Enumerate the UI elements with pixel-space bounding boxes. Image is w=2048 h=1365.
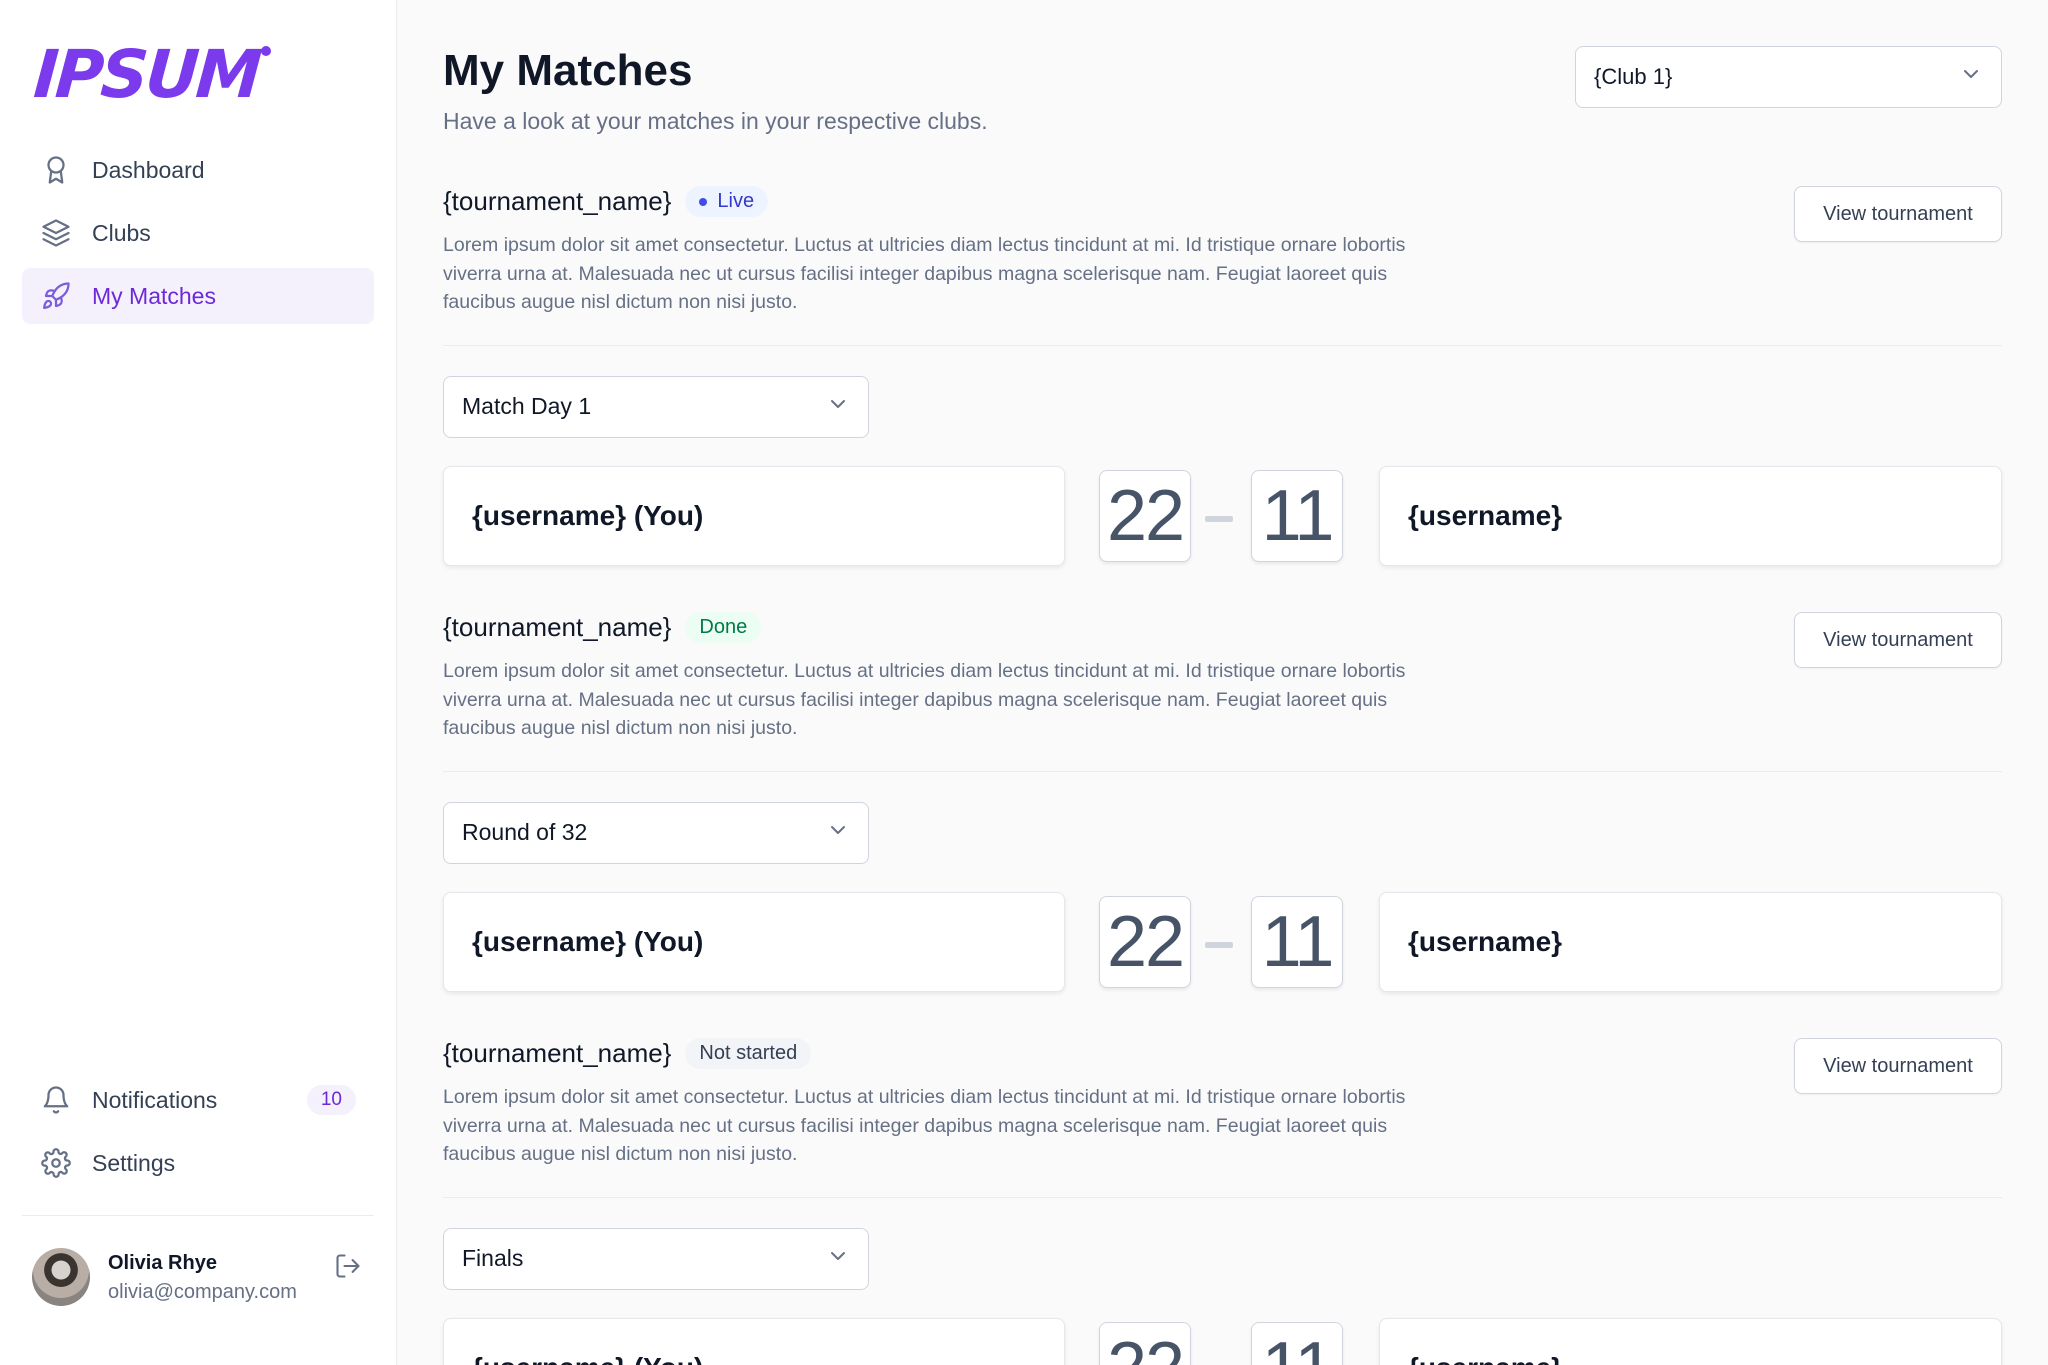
- sidebar-item-notifications[interactable]: Notifications 10: [22, 1072, 374, 1128]
- view-tournament-button[interactable]: View tournament: [1794, 1038, 2002, 1094]
- club-select[interactable]: {Club 1}: [1575, 46, 2002, 108]
- logo[interactable]: IPSUM: [31, 36, 374, 113]
- match-row: {username} (You) 22 11 {username}: [443, 891, 2002, 992]
- status-badge: Live: [685, 186, 769, 217]
- sidebar-item-label: Dashboard: [92, 156, 205, 183]
- notification-count-badge: 10: [306, 1085, 356, 1115]
- tournament-header: {tournament_name} Done: [443, 612, 2002, 643]
- score-separator: [1205, 515, 1233, 522]
- tournament-description: Lorem ipsum dolor sit amet consectetur. …: [443, 660, 1406, 739]
- tournament-section: {tournament_name} Not started Lorem ipsu…: [443, 1038, 2002, 1365]
- score-home: 22: [1099, 469, 1191, 562]
- sidebar: IPSUM Dashboard Clubs My Matches Notific…: [0, 0, 397, 1365]
- round-select[interactable]: Finals: [443, 1227, 869, 1290]
- award-icon: [40, 154, 72, 186]
- tournament-description: Lorem ipsum dolor sit amet consectetur. …: [443, 1086, 1406, 1165]
- score-home: 22: [1099, 895, 1191, 988]
- user-email: olivia@company.com: [108, 1281, 297, 1303]
- rocket-icon: [40, 280, 72, 312]
- sidebar-item-label: Notifications: [92, 1086, 218, 1113]
- sidebar-item-settings[interactable]: Settings: [22, 1135, 374, 1191]
- player-card-away[interactable]: {username}: [1379, 891, 2002, 992]
- tournament-name: {tournament_name}: [443, 186, 672, 216]
- club-select-value: {Club 1}: [1594, 64, 1673, 89]
- score-away: 11: [1251, 469, 1343, 562]
- score-away: 11: [1251, 895, 1343, 988]
- score-separator: [1205, 941, 1233, 948]
- round-select-value: Round of 32: [462, 819, 588, 845]
- page-subtitle: Have a look at your matches in your resp…: [443, 108, 988, 134]
- logout-icon[interactable]: [334, 1252, 362, 1285]
- match-row: {username} (You) 22 11 {username}: [443, 1317, 2002, 1365]
- section-divider: [443, 344, 2002, 346]
- sidebar-item-clubs[interactable]: Clubs: [22, 205, 374, 261]
- status-badge: Done: [685, 612, 762, 643]
- score-away: 11: [1251, 1321, 1343, 1365]
- view-tournament-button[interactable]: View tournament: [1794, 612, 2002, 668]
- gear-icon: [40, 1147, 72, 1179]
- status-label: Live: [717, 190, 755, 212]
- player-card-home[interactable]: {username} (You): [443, 1317, 1065, 1365]
- section-divider: [443, 770, 2002, 772]
- logo-text: IPSUM: [31, 36, 262, 113]
- sidebar-item-label: My Matches: [92, 282, 216, 309]
- status-badge: Not started: [685, 1038, 812, 1069]
- tournament-name: {tournament_name}: [443, 1038, 672, 1068]
- player-card-home[interactable]: {username} (You): [443, 891, 1065, 992]
- round-select-value: Finals: [462, 1245, 524, 1271]
- round-select[interactable]: Round of 32: [443, 801, 869, 864]
- avatar[interactable]: [32, 1248, 90, 1306]
- tournament-header: {tournament_name} Live: [443, 186, 2002, 217]
- tournament-name: {tournament_name}: [443, 612, 672, 642]
- sidebar-footer: Notifications 10 Settings Olivia Rhye ol…: [22, 1072, 374, 1306]
- status-label: Done: [699, 616, 748, 638]
- tournament-description: Lorem ipsum dolor sit amet consectetur. …: [443, 234, 1406, 313]
- tournament-section: {tournament_name} Live Lorem ipsum dolor…: [443, 186, 2002, 566]
- user-info: Olivia Rhye olivia@company.com: [108, 1248, 297, 1304]
- main-content: My Matches Have a look at your matches i…: [397, 0, 2048, 1365]
- status-label: Not started: [699, 1042, 798, 1064]
- player-card-home[interactable]: {username} (You): [443, 465, 1065, 566]
- bell-icon: [40, 1084, 72, 1116]
- sidebar-item-label: Clubs: [92, 219, 151, 246]
- section-divider: [443, 1196, 2002, 1198]
- layers-icon: [40, 217, 72, 249]
- logo-dot: [260, 46, 271, 56]
- chevron-down-icon: [826, 392, 850, 422]
- sidebar-item-dashboard[interactable]: Dashboard: [22, 142, 374, 198]
- app-root: IPSUM Dashboard Clubs My Matches Notific…: [0, 0, 2048, 1365]
- main-nav: Dashboard Clubs My Matches: [22, 142, 374, 324]
- player-card-away[interactable]: {username}: [1379, 465, 2002, 566]
- chevron-down-icon: [826, 1244, 850, 1274]
- page-title: My Matches: [443, 46, 693, 95]
- sidebar-item-my-matches[interactable]: My Matches: [22, 268, 374, 324]
- user-profile: Olivia Rhye olivia@company.com: [22, 1216, 374, 1306]
- player-card-away[interactable]: {username}: [1379, 1317, 2002, 1365]
- round-select[interactable]: Match Day 1: [443, 375, 869, 438]
- tournament-section: {tournament_name} Done Lorem ipsum dolor…: [443, 612, 2002, 992]
- user-name: Olivia Rhye: [108, 1252, 217, 1274]
- chevron-down-icon: [826, 818, 850, 848]
- tournament-header: {tournament_name} Not started: [443, 1038, 2002, 1069]
- view-tournament-button[interactable]: View tournament: [1794, 186, 2002, 242]
- match-row: {username} (You) 22 11 {username}: [443, 465, 2002, 566]
- live-dot-icon: [699, 197, 708, 206]
- round-select-value: Match Day 1: [462, 393, 592, 419]
- chevron-down-icon: [1959, 62, 1983, 92]
- score-home: 22: [1099, 1321, 1191, 1365]
- sidebar-item-label: Settings: [92, 1149, 176, 1176]
